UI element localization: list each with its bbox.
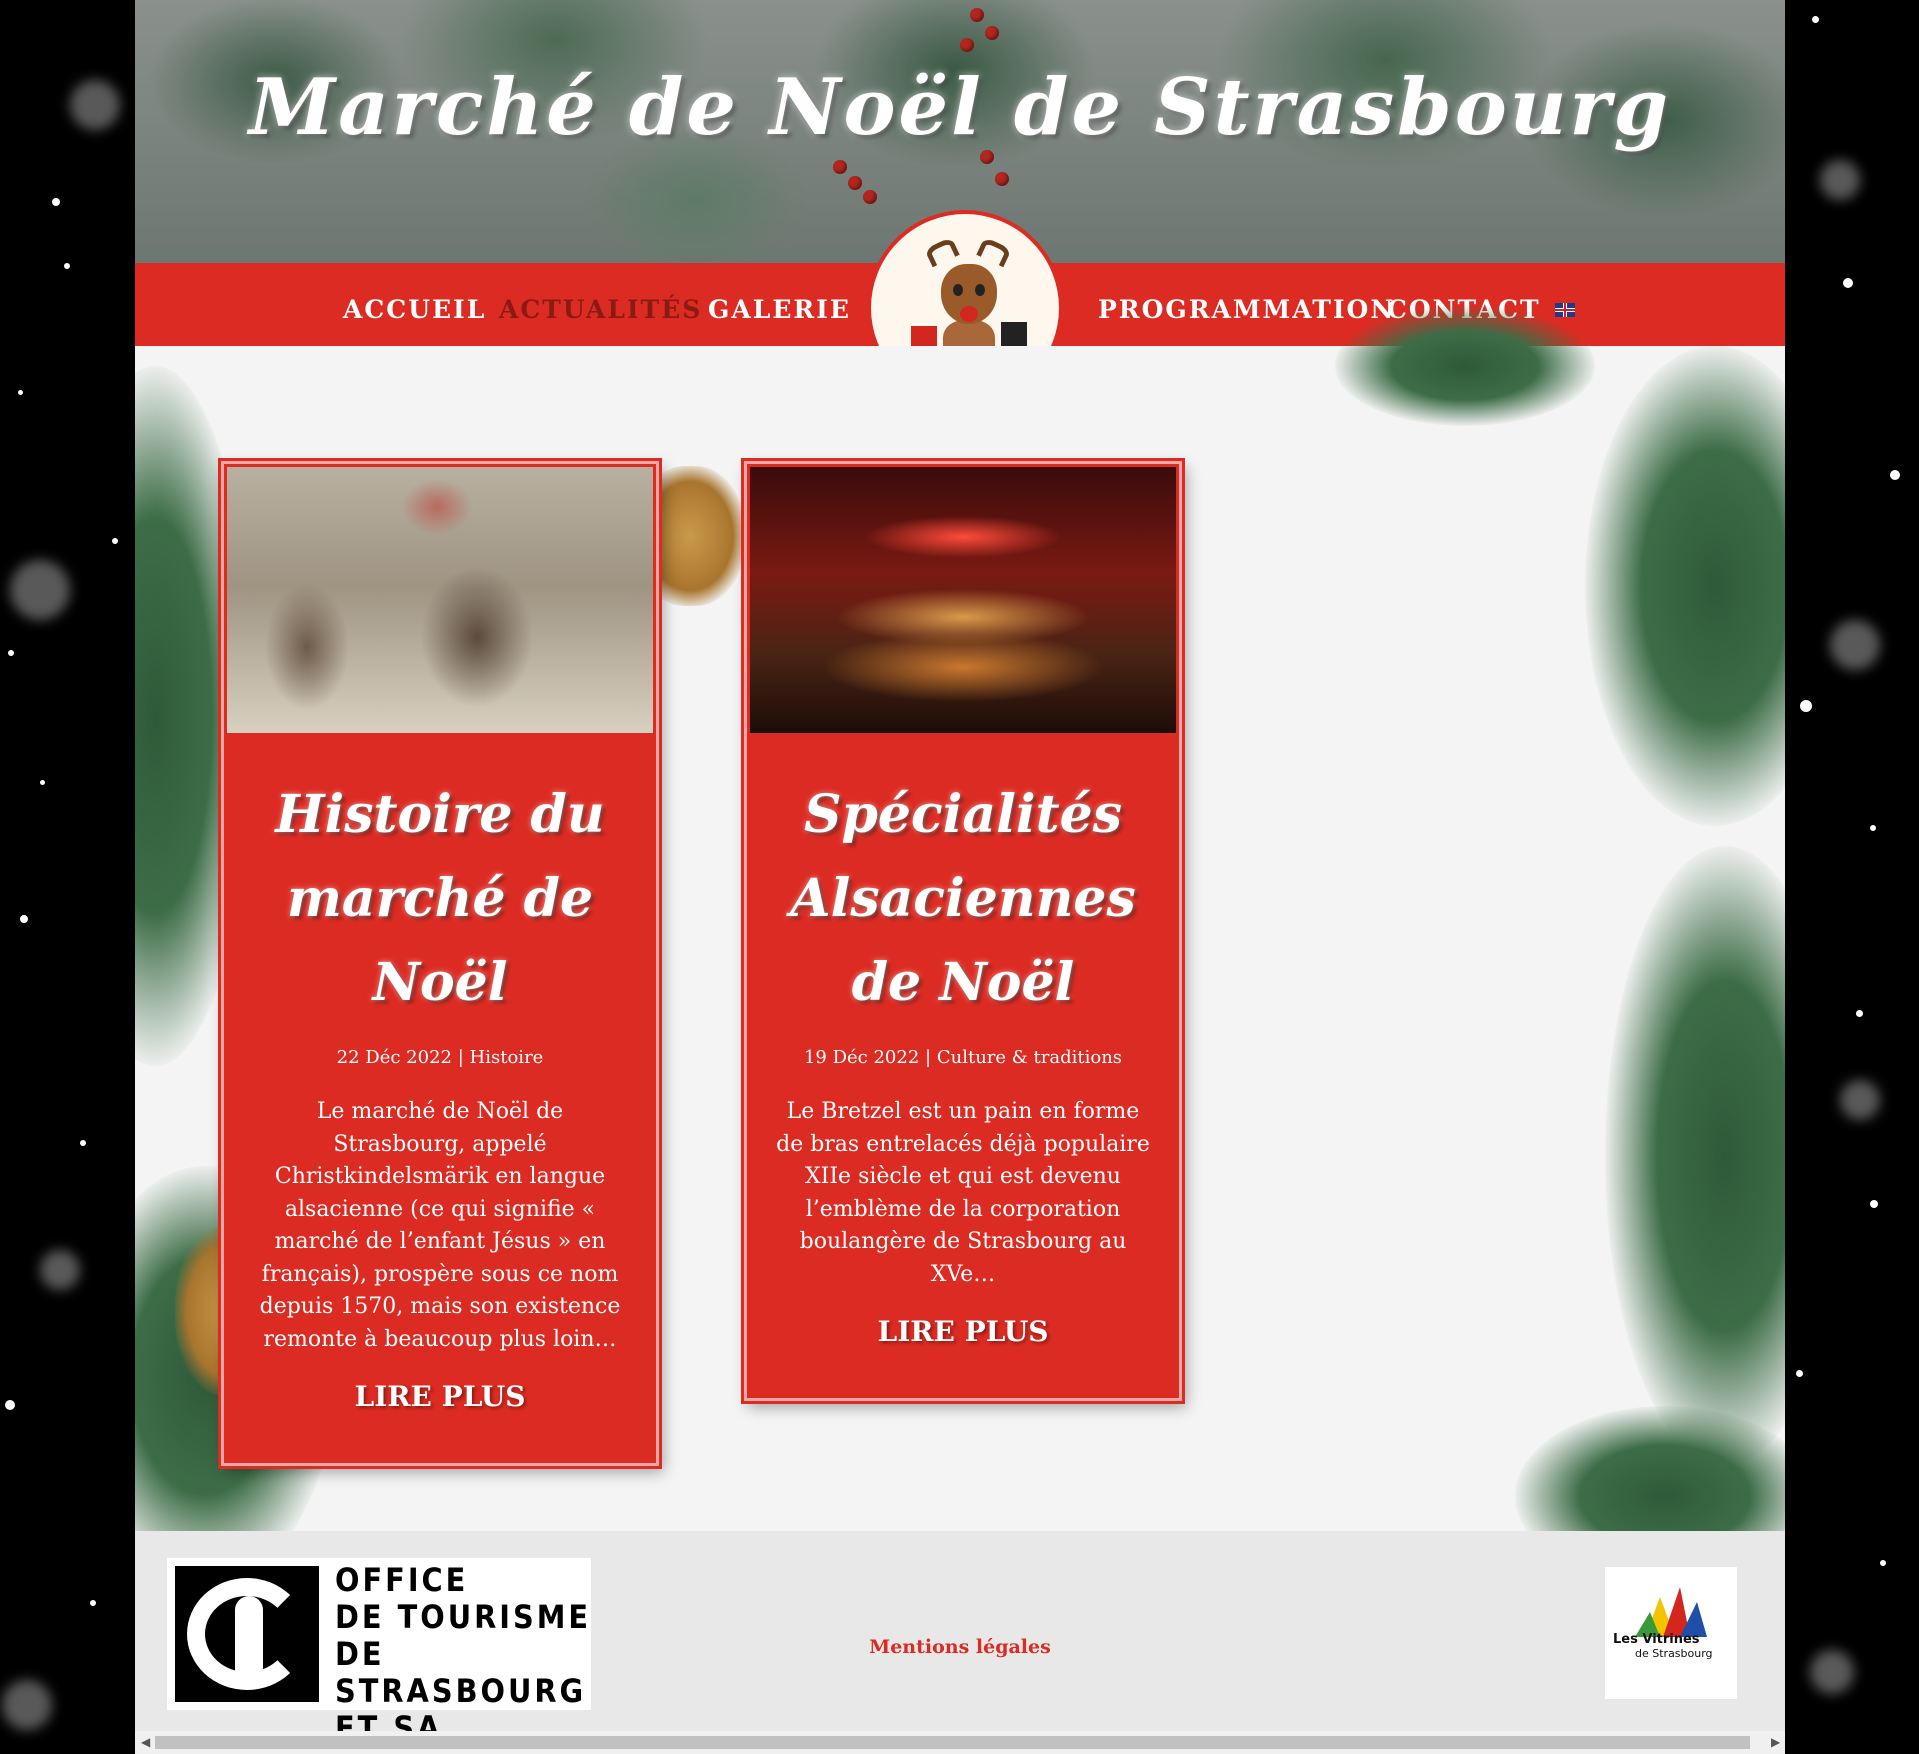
horizontal-scrollbar[interactable]: ◀ ▶ — [135, 1731, 1785, 1754]
post-date: 19 Déc 2022 — [803, 1047, 920, 1068]
read-more-link[interactable]: LIRE PLUS — [747, 1315, 1179, 1348]
logo-line: OFFICE — [335, 1561, 469, 1599]
snow-dot — [64, 263, 70, 269]
footer: OFFICE DE TOURISME DE STRASBOURG ET SA R… — [135, 1531, 1785, 1754]
scroll-right-icon[interactable]: ▶ — [1771, 1735, 1780, 1749]
post-title[interactable]: Spécialités Alsaciennes de Noël — [747, 773, 1179, 1025]
holly-berry — [995, 172, 1009, 186]
pine-branch — [1335, 306, 1595, 426]
snow-dot — [10, 560, 70, 620]
post-date: 22 Déc 2022 — [336, 1047, 452, 1068]
snow-dot — [1870, 1200, 1878, 1208]
post-card[interactable]: Histoire du marché de Noël 22 Déc 2022 |… — [221, 461, 659, 1466]
pine-branch — [1585, 346, 1785, 826]
reindeer-icon — [924, 236, 960, 268]
snow-dot — [1796, 1370, 1803, 1377]
snow-dot — [80, 1140, 86, 1146]
post-excerpt: Le Bretzel est un pain en forme de bras … — [776, 1099, 1150, 1287]
vitrines-icon — [1635, 1587, 1707, 1637]
nav-item-programmation[interactable]: PROGRAMMATION — [1098, 290, 1395, 330]
tourism-office-logo[interactable]: OFFICE DE TOURISME DE STRASBOURG ET SA R… — [167, 1558, 591, 1754]
holly-berry — [848, 176, 862, 190]
holly-berry — [960, 38, 974, 52]
snow-dot — [1856, 1010, 1863, 1017]
post-category[interactable]: Culture & traditions — [937, 1047, 1122, 1068]
snow-dot — [1840, 1080, 1880, 1120]
snow-dot — [40, 780, 45, 785]
post-image[interactable] — [227, 467, 653, 733]
holly-berry — [985, 26, 999, 40]
snow-dot — [1810, 1650, 1854, 1694]
snow-dot — [1830, 620, 1880, 670]
reindeer-icon — [953, 284, 963, 296]
snow-dot — [5, 1400, 15, 1410]
holly-berry — [863, 190, 877, 204]
read-more-link[interactable]: LIRE PLUS — [224, 1380, 656, 1413]
holly-berry — [833, 160, 847, 174]
vitrines-logo[interactable]: Les Vitrines de Strasbourg — [1605, 1567, 1737, 1699]
snow-dot — [2, 1680, 52, 1730]
post-meta: 19 Déc 2022 | Culture & traditions — [747, 1047, 1179, 1068]
holly-berry — [970, 8, 984, 22]
reindeer-icon — [975, 284, 985, 296]
post-image[interactable] — [750, 467, 1176, 733]
meta-separator: | — [457, 1047, 464, 1068]
legal-notice-link[interactable]: Mentions légales — [135, 1636, 1785, 1658]
post-card[interactable]: Spécialités Alsaciennes de Noël 19 Déc 2… — [744, 461, 1182, 1401]
snow-dot — [40, 1250, 80, 1290]
post-title[interactable]: Histoire du marché de Noël — [224, 773, 656, 1025]
snow-dot — [8, 650, 14, 656]
post-category[interactable]: Histoire — [470, 1047, 544, 1068]
snow-dot — [112, 538, 118, 544]
nav-item-actualites[interactable]: ACTUALITÉS — [499, 290, 702, 330]
snow-dot — [1880, 1560, 1886, 1566]
snow-dot — [1870, 825, 1876, 831]
pine-branch — [1605, 846, 1785, 1466]
snow-dot — [1820, 160, 1860, 200]
nav-item-galerie[interactable]: GALERIE — [708, 290, 851, 330]
reindeer-icon — [960, 306, 978, 322]
snow-dot — [1812, 16, 1819, 23]
logo-line: DE TOURISME — [335, 1598, 592, 1636]
meta-separator: | — [925, 1047, 932, 1068]
reindeer-icon — [976, 236, 1012, 268]
snow-dot — [1890, 470, 1900, 480]
scrollbar-thumb[interactable] — [155, 1736, 1750, 1749]
gift-icon — [1001, 322, 1027, 346]
scroll-left-icon[interactable]: ◀ — [141, 1735, 150, 1749]
tourism-office-text: OFFICE DE TOURISME DE STRASBOURG ET SA R… — [335, 1562, 591, 1754]
snow-dot — [1843, 278, 1853, 288]
snow-dot — [18, 390, 23, 395]
site-title: Marché de Noël de Strasbourg — [248, 62, 1672, 153]
snow-dot — [52, 198, 60, 206]
snow-dot — [1800, 700, 1812, 712]
uk-flag-icon[interactable] — [1555, 303, 1575, 317]
post-excerpt: Le marché de Noël de Strasbourg, appelé … — [259, 1099, 621, 1352]
page-container: Marché de Noël de Strasbourg ACCUEIL ACT… — [135, 0, 1785, 1754]
cathedral-icon — [175, 1566, 319, 1702]
nav-item-accueil[interactable]: ACCUEIL — [343, 290, 486, 330]
post-meta: 22 Déc 2022 | Histoire — [224, 1047, 656, 1068]
snow-dot — [70, 80, 120, 130]
snow-dot — [90, 1600, 96, 1606]
snow-dot — [20, 915, 28, 923]
